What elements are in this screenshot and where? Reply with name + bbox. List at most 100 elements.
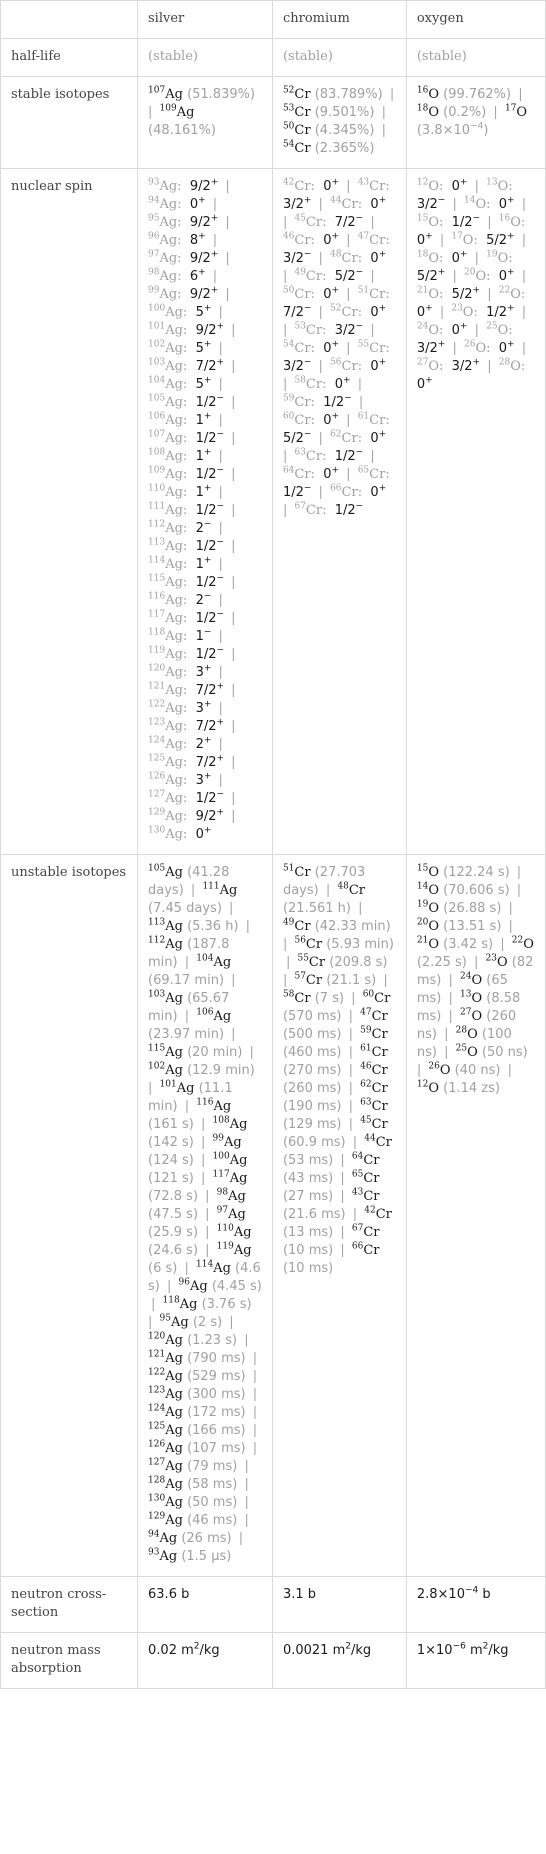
separator: | xyxy=(186,883,200,898)
isotope-entry: 20O (13.51 s) xyxy=(416,917,502,934)
isotope-entry: 104Ag: 5+ xyxy=(148,375,212,392)
isotope-entry: 123Ag: 7/2+ xyxy=(148,717,225,734)
separator: | xyxy=(342,341,355,356)
isotope-entry: 42Cr: 0+ xyxy=(282,177,340,194)
separator: | xyxy=(517,341,527,356)
separator: | xyxy=(221,287,230,302)
isotope-entry: 56Cr (5.93 min) xyxy=(294,935,394,952)
separator: | xyxy=(342,179,355,194)
isotope-entry: 23O: 1/2+ xyxy=(451,303,515,320)
separator: | xyxy=(214,413,223,428)
separator: | xyxy=(385,87,395,102)
isotope-entry: 50Cr (4.345%) xyxy=(282,121,375,138)
separator: | xyxy=(214,557,223,572)
separator: | xyxy=(227,719,236,734)
separator: | xyxy=(151,1297,160,1312)
separator: | xyxy=(180,1009,194,1024)
isotope-entry: 129Ag (46 ms) xyxy=(148,1511,238,1528)
separator: | xyxy=(353,901,363,916)
separator: | xyxy=(221,179,230,194)
separator: | xyxy=(353,377,363,392)
separator: | xyxy=(342,233,355,248)
mass-absorption-oxygen: 1×10−6 m2/kg xyxy=(405,1632,546,1689)
separator: | xyxy=(514,87,523,102)
half-life-chromium: (stable) xyxy=(271,38,407,77)
separator: | xyxy=(227,323,236,338)
isotope-entry: 101Ag: 9/2+ xyxy=(148,321,225,338)
isotope-entry: 57Cr (21.1 s) xyxy=(294,971,377,988)
separator: | xyxy=(241,919,251,934)
separator: | xyxy=(379,973,388,988)
separator: | xyxy=(347,991,360,1006)
isotope-entry: 45Cr: 7/2− xyxy=(294,213,364,230)
row-neutron-mass-absorption: neutron mass absorption 0.02 m2/kg 0.002… xyxy=(0,1632,546,1689)
separator: | xyxy=(201,1225,214,1240)
separator: | xyxy=(470,251,484,266)
separator: | xyxy=(227,809,236,824)
isotope-entry: 14O (70.606 s) xyxy=(416,881,510,898)
separator: | xyxy=(503,1063,512,1078)
isotope-entry: 108Ag: 1+ xyxy=(148,447,212,464)
isotope-entry: 25O (50 ns) xyxy=(455,1043,528,1060)
separator: | xyxy=(344,1081,358,1096)
isotope-comparison-table: silver chromium oxygen half-life (stable… xyxy=(0,0,546,1689)
separator: | xyxy=(470,179,484,194)
separator: | xyxy=(227,683,236,698)
half-life-oxygen: (stable) xyxy=(405,38,546,77)
isotope-entry: 115Ag (20 min) xyxy=(148,1043,243,1060)
separator: | xyxy=(483,359,496,374)
isotope-entry: 54Cr: 0+ xyxy=(282,339,340,356)
nuclear-spin-chromium: 42Cr: 0+ | 43Cr: 3/2+ | 44Cr: 0+ | 45Cr:… xyxy=(271,168,407,855)
isotope-entry: 100Ag: 5+ xyxy=(148,303,212,320)
separator: | xyxy=(314,431,328,446)
separator: | xyxy=(342,287,355,302)
isotope-entry: 119Ag: 1/2− xyxy=(148,645,225,662)
separator: | xyxy=(517,269,527,284)
separator: | xyxy=(469,955,483,970)
separator: | xyxy=(201,1207,214,1222)
cross-section-chromium: 3.1 b xyxy=(271,1576,407,1633)
isotope-entry: 127Ag (79 ms) xyxy=(148,1457,238,1474)
isotope-entry: 14O: 0+ xyxy=(463,195,515,212)
separator: | xyxy=(439,1045,453,1060)
separator: | xyxy=(227,791,236,806)
isotope-entry: 17O: 5/2+ xyxy=(451,231,515,248)
separator: | xyxy=(224,901,234,916)
separator: | xyxy=(344,1009,358,1024)
isotope-entry: 130Ag (50 ms) xyxy=(148,1493,238,1510)
separator: | xyxy=(354,395,364,410)
isotope-entry: 46Cr: 0+ xyxy=(282,231,340,248)
nuclear-spin-silver: 93Ag: 9/2+ | 94Ag: 0+ | 95Ag: 9/2+ | 96A… xyxy=(137,168,273,855)
separator: | xyxy=(314,197,328,212)
separator: | xyxy=(344,1099,358,1114)
column-header-silver: silver xyxy=(137,0,273,39)
row-label: stable isotopes xyxy=(0,76,139,169)
separator: | xyxy=(435,305,449,320)
isotope-entry: 24O: 0+ xyxy=(416,321,468,338)
isotope-entry: 49Cr: 5/2− xyxy=(294,267,364,284)
separator: | xyxy=(314,305,328,320)
separator: | xyxy=(248,1423,258,1438)
isotope-entry: 122Ag (529 ms) xyxy=(148,1367,246,1384)
unstable-isotopes-silver: 105Ag (41.28 days) | 111Ag (7.45 days) |… xyxy=(137,854,273,1577)
separator: | xyxy=(214,449,223,464)
cross-section-oxygen: 2.8×10−4 b xyxy=(405,1576,546,1633)
separator: | xyxy=(196,1171,210,1186)
separator: | xyxy=(342,413,355,428)
isotope-entry: 113Ag: 1/2− xyxy=(148,537,225,554)
isotope-entry: 16O (99.762%) xyxy=(416,85,512,102)
separator: | xyxy=(180,1261,193,1276)
isotope-entry: 67Cr: 1/2− xyxy=(294,501,364,518)
isotope-entry: 21O: 5/2+ xyxy=(416,285,481,302)
separator: | xyxy=(227,575,236,590)
isotope-entry: 105Ag: 1/2− xyxy=(148,393,225,410)
separator: | xyxy=(227,503,236,518)
row-nuclear-spin: nuclear spin 93Ag: 9/2+ | 94Ag: 0+ | 95A… xyxy=(0,168,546,855)
separator: | xyxy=(314,359,328,374)
unstable-isotopes-chromium: 51Cr (27.703 days) | 48Cr (21.561 h) | 4… xyxy=(271,854,407,1577)
column-header-oxygen: oxygen xyxy=(405,0,546,39)
separator: | xyxy=(240,1495,249,1510)
separator: | xyxy=(227,359,236,374)
separator: | xyxy=(336,1189,349,1204)
isotope-entry: 27O: 3/2+ xyxy=(416,357,481,374)
